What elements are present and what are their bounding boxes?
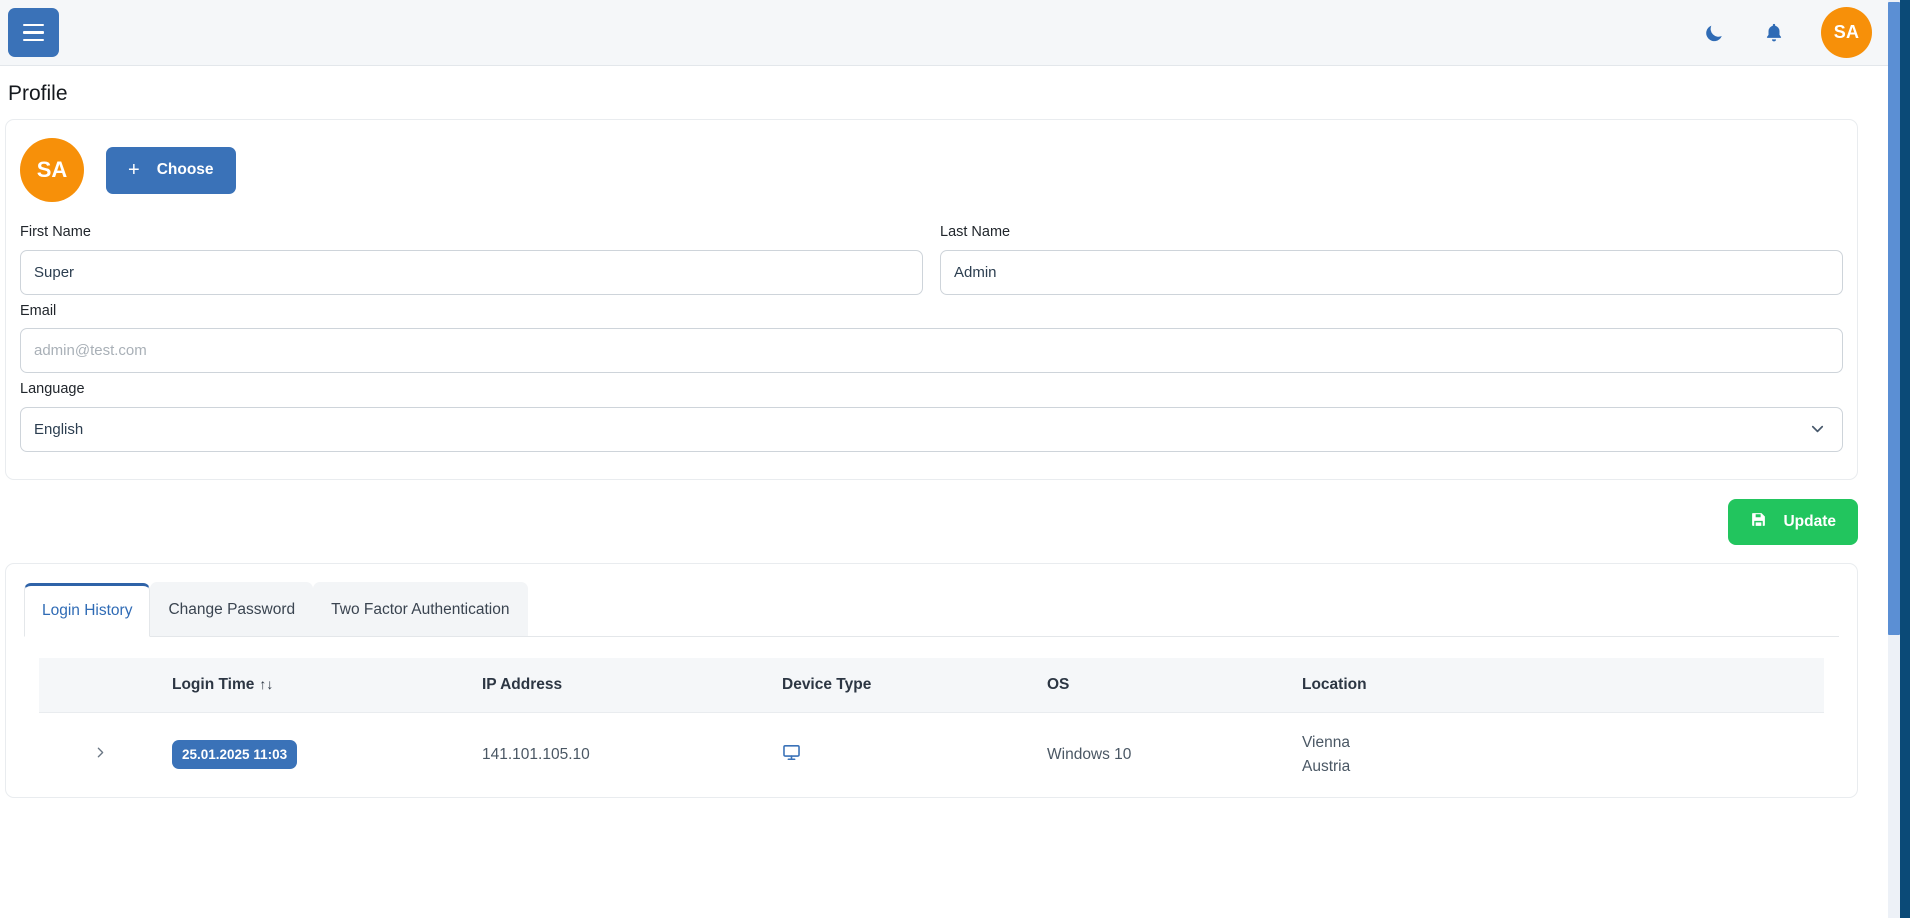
plus-icon: + <box>128 159 140 182</box>
hamburger-icon-bar <box>23 23 44 27</box>
first-name-input[interactable] <box>20 249 923 295</box>
column-header-expand <box>39 657 162 713</box>
table-header: Login Time ↑↓ IP Address Device Type OS L… <box>39 657 1824 713</box>
column-header-os: OS <box>1037 657 1292 713</box>
window-edge <box>1900 0 1910 918</box>
table-body: 25.01.2025 11:03 141.101.105.10 Windows … <box>39 712 1824 797</box>
hamburger-icon-bar <box>23 31 44 34</box>
column-header-device-type: Device Type <box>772 657 1037 713</box>
cell-os: Windows 10 <box>1047 745 1132 763</box>
tab-change-password-label: Change Password <box>168 600 296 618</box>
email-input[interactable] <box>20 328 1843 374</box>
first-name-group: First Name <box>20 223 923 295</box>
column-header-ip-address: IP Address <box>472 657 772 713</box>
navbar-actions: SA <box>1701 7 1872 58</box>
sort-icon[interactable]: ↑↓ <box>259 676 273 692</box>
avatar-initials: SA <box>1833 22 1860 42</box>
row-expand-cell[interactable] <box>39 712 162 797</box>
page-title: Profile <box>8 82 68 105</box>
login-history-table: Login Time ↑↓ IP Address Device Type OS L… <box>39 657 1824 797</box>
tab-two-factor-authentication-label: Two Factor Authentication <box>331 600 510 618</box>
profile-avatar-initials: SA <box>36 157 68 183</box>
language-group: Language English <box>20 380 1843 452</box>
avatar[interactable]: SA <box>1821 7 1872 58</box>
tab-login-history-label: Login History <box>42 601 133 619</box>
page-scrollbar-thumb[interactable] <box>1888 2 1900 635</box>
tab-bar: Login History Change Password Two Factor… <box>24 581 1839 637</box>
table-row: 25.01.2025 11:03 141.101.105.10 Windows … <box>39 712 1824 797</box>
login-history-card: Login History Change Password Two Factor… <box>5 562 1858 798</box>
tab-two-factor-authentication[interactable]: Two Factor Authentication <box>313 581 528 636</box>
profile-avatar: SA <box>20 138 84 203</box>
update-button-label: Update <box>1783 512 1836 530</box>
language-select-wrapper: English <box>20 406 1843 452</box>
last-name-label: Last Name <box>940 224 1011 241</box>
cell-login-time: 25.01.2025 11:03 <box>162 712 472 797</box>
login-history-table-wrapper: Login Time ↑↓ IP Address Device Type OS L… <box>24 637 1839 797</box>
bell-icon[interactable] <box>1761 20 1787 46</box>
cell-location: Vienna Austria <box>1292 712 1824 797</box>
location-country: Austria <box>1302 757 1351 775</box>
cell-ip-address: 141.101.105.10 <box>482 745 590 763</box>
column-header-location: Location <box>1292 657 1824 713</box>
hamburger-icon-bar <box>23 38 44 42</box>
choose-button-label: Choose <box>156 161 214 179</box>
email-label: Email <box>20 302 57 319</box>
moon-icon[interactable] <box>1701 20 1727 46</box>
update-button[interactable]: Update <box>1728 498 1858 545</box>
column-header-login-time-label: Login Time <box>172 675 255 693</box>
main-content: SA + Choose First Name Last Name Emai <box>0 119 1890 798</box>
top-navbar: SA <box>0 0 1898 66</box>
language-select[interactable]: English <box>20 406 1843 452</box>
column-header-login-time[interactable]: Login Time ↑↓ <box>162 657 472 713</box>
language-label: Language <box>20 381 85 398</box>
last-name-group: Last Name <box>940 223 1843 295</box>
app-viewport: SA Profile SA + Choose First Name Super … <box>0 0 1910 918</box>
email-group: Email <box>20 302 1843 374</box>
avatar-upload-row: SA + Choose <box>20 138 1843 203</box>
tab-change-password[interactable]: Change Password <box>150 581 314 636</box>
profile-card: SA + Choose First Name Last Name Emai <box>5 119 1858 480</box>
choose-avatar-button[interactable]: + Choose <box>106 146 236 194</box>
table-header-row: Login Time ↑↓ IP Address Device Type OS L… <box>39 657 1824 713</box>
update-action-row: Update <box>5 480 1858 563</box>
name-fields-row: First Name Last Name <box>20 223 1843 302</box>
save-icon <box>1750 511 1767 533</box>
tab-login-history[interactable]: Login History <box>24 582 151 637</box>
sidebar-toggle-button[interactable] <box>8 8 59 57</box>
location-city: Vienna <box>1302 733 1350 751</box>
first-name-label: First Name <box>20 224 91 241</box>
desktop-icon <box>782 743 801 762</box>
last-name-input[interactable] <box>940 249 1843 295</box>
chevron-right-icon[interactable] <box>92 744 109 761</box>
cell-device-type <box>772 712 1037 797</box>
status-badge: 25.01.2025 11:03 <box>172 740 298 770</box>
